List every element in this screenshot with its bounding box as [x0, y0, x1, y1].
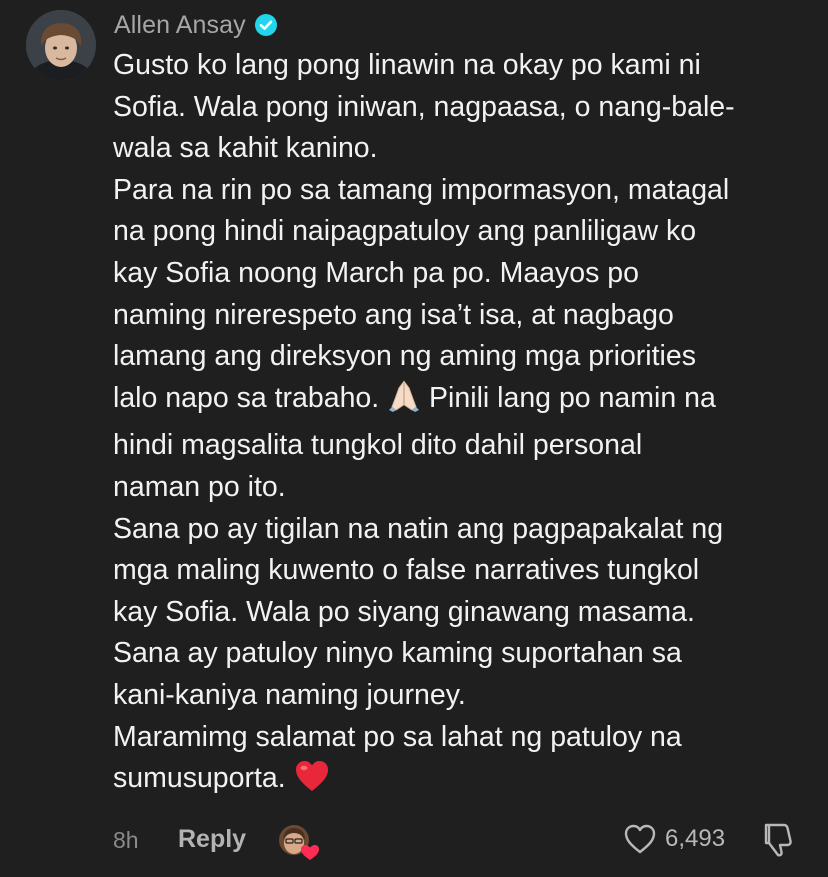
comment-line-part: Pinili lang po namin na: [421, 381, 716, 414]
comment-line-with-emoji: sumusuporta.: [113, 758, 813, 806]
username-row: Allen Ansay: [114, 8, 278, 42]
comment-text: Gusto ko lang pong linawin na okay po ka…: [113, 45, 813, 806]
comment-line: lamang ang direksyon ng aming mga priori…: [113, 340, 696, 373]
comment-line: Para na rin po sa tamang impormasyon, ma…: [113, 173, 730, 206]
timestamp: 8h: [113, 827, 139, 853]
heart-outline-icon[interactable]: [623, 823, 657, 855]
comment-line: naming nirerespeto ang isa’t isa, at nag…: [113, 298, 674, 331]
dislike-icon[interactable]: [760, 821, 796, 859]
comment-line-part: lalo napo sa trabaho.: [113, 381, 388, 414]
comment-line: kay Sofia. Wala po siyang ginawang masam…: [113, 595, 695, 628]
avatar[interactable]: [26, 10, 96, 80]
comment-line: Maramimg salamat po sa lahat ng patuloy …: [113, 720, 682, 753]
comment-line-part: sumusuporta.: [113, 762, 294, 795]
red-heart-emoji: [294, 759, 330, 806]
comment-line: Sofia. Wala pong iniwan, nagpaasa, o nan…: [113, 90, 735, 123]
comment-line: kay Sofia noong March pa po. Maayos po: [113, 256, 639, 289]
comment-line: naman po ito.: [113, 470, 286, 503]
comment-line: mga maling kuwento o false narratives tu…: [113, 554, 700, 587]
reply-button[interactable]: Reply: [178, 825, 246, 854]
creator-liked-avatar-icon: [277, 823, 321, 861]
comment-line: hindi magsalita tungkol dito dahil perso…: [113, 429, 643, 462]
username[interactable]: Allen Ansay: [114, 11, 246, 40]
comment-footer: 8h Reply 6,493: [0, 815, 828, 865]
comment-line: wala sa kahit kanino.: [113, 132, 378, 165]
folded-hands-emoji: [387, 379, 421, 426]
comment-line: Sana ay patuloy ninyo kaming suportahan …: [113, 637, 682, 670]
avatar-image: [26, 10, 96, 80]
comment-item: Allen Ansay Gusto ko lang pong linawin n…: [0, 0, 828, 877]
comment-line: Gusto ko lang pong linawin na okay po ka…: [113, 49, 701, 81]
comment-line: na pong hindi naipagpatuloy ang panlilig…: [113, 215, 697, 248]
like-count: 6,493: [665, 825, 726, 852]
comment-line-with-emoji: lalo napo sa trabaho. Pinili lang po nam…: [113, 378, 813, 426]
comment-line: kani-kaniya naming journey.: [113, 678, 466, 711]
comment-line: Sana po ay tigilan na natin ang pagpapak…: [113, 512, 724, 545]
verified-badge-icon: [254, 13, 278, 37]
like-group[interactable]: 6,493: [623, 823, 725, 855]
